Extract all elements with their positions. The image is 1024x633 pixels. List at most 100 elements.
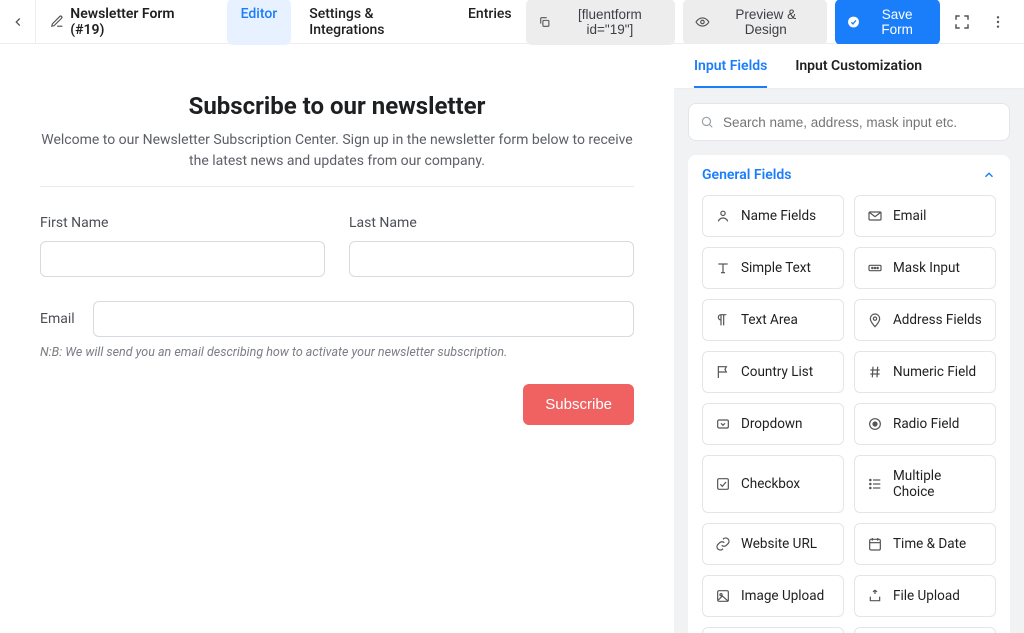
field-card-custom-html[interactable]: Custom HTML [702, 627, 844, 633]
field-card-file-upload[interactable]: File Upload [854, 575, 996, 617]
form-canvas[interactable]: Subscribe to our newsletter Welcome to o… [0, 44, 674, 633]
hash-icon [867, 364, 883, 380]
flag-icon [715, 364, 731, 380]
search-input[interactable] [688, 103, 1010, 141]
radio-icon [867, 416, 883, 432]
pin-icon [867, 312, 883, 328]
field-card-checkbox[interactable]: Checkbox [702, 455, 844, 513]
sidebar-body: General Fields Name Fields Email Simple Te… [674, 89, 1024, 633]
last-name-input[interactable] [349, 241, 634, 277]
general-fields-section: General Fields Name Fields Email Simple Te… [688, 155, 1010, 633]
save-button[interactable]: Save Form [835, 0, 939, 45]
email-input[interactable] [93, 301, 634, 337]
top-bar: Newsletter Form (#19) Editor Settings & … [0, 0, 1024, 44]
field-card-label: Website URL [741, 536, 817, 552]
eye-icon [695, 15, 710, 29]
pencil-icon [50, 14, 64, 29]
header-tabs: Editor Settings & Integrations Entries [227, 0, 526, 45]
field-card-name-fields[interactable]: Name Fields [702, 195, 844, 237]
sidebar: Input Fields Input Customization General… [674, 44, 1024, 633]
preview-button[interactable]: Preview & Design [683, 0, 827, 45]
field-card-website-url[interactable]: Website URL [702, 523, 844, 565]
form-preview: Subscribe to our newsletter Welcome to o… [40, 92, 634, 425]
file-icon [867, 588, 883, 604]
field-card-label: Numeric Field [893, 364, 976, 380]
field-card-mask-input[interactable]: Mask Input [854, 247, 996, 289]
tab-entries[interactable]: Entries [454, 0, 526, 45]
last-name-label: Last Name [349, 215, 634, 231]
search-icon [700, 115, 714, 129]
link-icon [715, 536, 731, 552]
field-grid: Name Fields Email Simple Text Mask Input Tex… [702, 195, 996, 633]
chevron-left-icon [11, 15, 25, 29]
main-area: Subscribe to our newsletter Welcome to o… [0, 44, 1024, 633]
field-card-label: Simple Text [741, 260, 811, 276]
copy-icon [538, 15, 551, 29]
field-card-numeric-field[interactable]: Numeric Field [854, 351, 996, 393]
check-icon [715, 476, 731, 492]
submit-row: Subscribe [40, 384, 634, 425]
field-card-label: Text Area [741, 312, 798, 328]
field-card-label: Dropdown [741, 416, 803, 432]
first-name-field[interactable]: First Name [40, 215, 325, 277]
mail-icon [867, 208, 883, 224]
tab-editor[interactable]: Editor [227, 0, 292, 45]
email-label: Email [40, 311, 75, 327]
page-title: Newsletter Form (#19) [70, 6, 204, 38]
field-card-email[interactable]: Email [854, 195, 996, 237]
mask-icon [867, 260, 883, 276]
sidebar-tab-customization[interactable]: Input Customization [795, 58, 922, 88]
shortcode-button[interactable]: [fluentform id="19"] [526, 0, 676, 45]
field-card-multiple-choice[interactable]: Multiple Choice [854, 455, 996, 513]
drop-icon [715, 416, 731, 432]
field-card-label: Email [893, 208, 926, 224]
para-icon [715, 312, 731, 328]
name-row: First Name Last Name [40, 215, 634, 277]
field-card-phone-mobile[interactable]: Phone/Mobile [854, 627, 996, 633]
field-card-country-list[interactable]: Country List [702, 351, 844, 393]
chevron-up-icon [982, 168, 996, 182]
field-card-label: Image Upload [741, 588, 824, 604]
first-name-label: First Name [40, 215, 325, 231]
field-card-dropdown[interactable]: Dropdown [702, 403, 844, 445]
sidebar-tab-input-fields[interactable]: Input Fields [694, 58, 767, 88]
fullscreen-button[interactable] [948, 7, 976, 37]
email-hint: N:B: We will send you an email describin… [40, 345, 634, 360]
fullscreen-icon [953, 13, 971, 31]
topbar-actions: [fluentform id="19"] Preview & Design Sa… [526, 0, 1012, 45]
check-circle-icon [847, 15, 860, 29]
field-card-text-area[interactable]: Text Area [702, 299, 844, 341]
text-icon [715, 260, 731, 276]
field-card-label: Time & Date [893, 536, 966, 552]
field-card-label: Radio Field [893, 416, 959, 432]
user-icon [715, 208, 731, 224]
form-heading: Subscribe to our newsletter [40, 92, 634, 120]
field-card-label: Address Fields [893, 312, 982, 328]
back-button[interactable] [0, 0, 36, 44]
email-field[interactable]: Email N:B: We will send you an email des… [40, 301, 634, 360]
field-card-time-date[interactable]: Time & Date [854, 523, 996, 565]
section-toggle[interactable]: General Fields [702, 167, 996, 183]
field-card-label: Country List [741, 364, 813, 380]
field-card-label: Mask Input [893, 260, 960, 276]
field-card-label: Multiple Choice [893, 468, 983, 500]
field-card-label: Name Fields [741, 208, 816, 224]
field-search [688, 103, 1010, 141]
field-card-label: Checkbox [741, 476, 800, 492]
form-description: Welcome to our Newsletter Subscription C… [40, 130, 634, 172]
subscribe-button[interactable]: Subscribe [523, 384, 634, 425]
last-name-field[interactable]: Last Name [349, 215, 634, 277]
tab-settings[interactable]: Settings & Integrations [295, 0, 450, 45]
first-name-input[interactable] [40, 241, 325, 277]
img-icon [715, 588, 731, 604]
sidebar-tabs: Input Fields Input Customization [674, 44, 1024, 89]
field-card-image-upload[interactable]: Image Upload [702, 575, 844, 617]
more-button[interactable] [984, 7, 1012, 37]
field-card-radio-field[interactable]: Radio Field [854, 403, 996, 445]
field-card-label: File Upload [893, 588, 960, 604]
field-card-simple-text[interactable]: Simple Text [702, 247, 844, 289]
divider [40, 186, 634, 187]
field-card-address-fields[interactable]: Address Fields [854, 299, 996, 341]
cal-icon [867, 536, 883, 552]
form-title-area[interactable]: Newsletter Form (#19) [36, 6, 219, 38]
